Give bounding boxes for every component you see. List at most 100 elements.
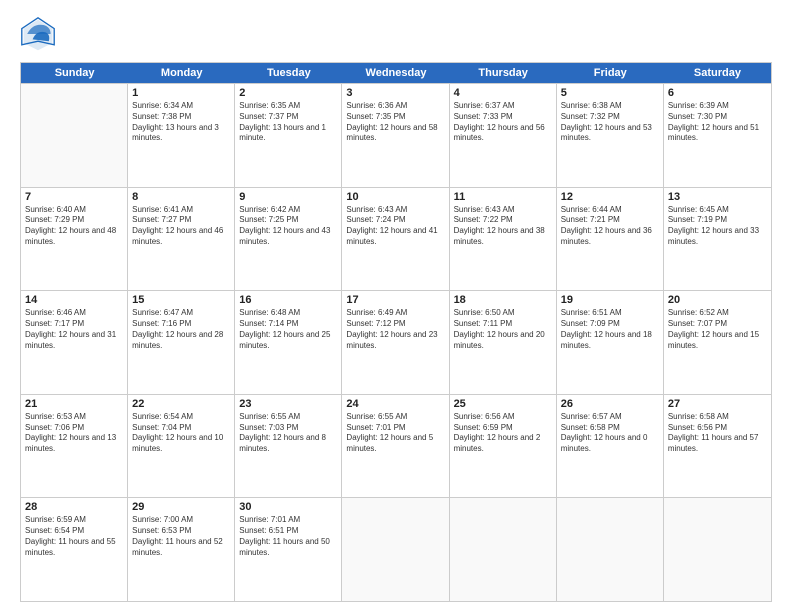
day-cell-23: 23Sunrise: 6:55 AM Sunset: 7:03 PM Dayli… <box>235 395 342 498</box>
day-cell-27: 27 Sunrise: 6:58 AM Sunset: 6:56 PM Dayli… <box>664 395 771 498</box>
day-info-24: Sunrise: 6:55 AM Sunset: 7:01 PM Dayligh… <box>346 412 444 455</box>
day-info-29: Sunrise: 7:00 AM Sunset: 6:53 PM Dayligh… <box>132 515 230 558</box>
day-cell-22: 22 Sunrise: 6:54 AM Sunset: 7:04 PM Dayli… <box>128 395 235 498</box>
day-cell-14: 14 Sunrise: 6:46 AM Sunset: 7:17 PM Dayli… <box>21 291 128 394</box>
day-cell-15: 15Sunrise: 6:47 AM Sunset: 7:16 PM Dayli… <box>128 291 235 394</box>
week-row-2: 7 Sunrise: 6:40 AM Sunset: 7:29 PM Daylig… <box>21 187 771 291</box>
day-info-8: Sunrise: 6:41 AM Sunset: 7:27 PM Dayligh… <box>132 205 230 248</box>
day-number-5: 5 <box>561 87 659 99</box>
day-number-27: 27 <box>668 398 767 410</box>
day-cell-30: 30 Sunrise: 7:01 AM Sunset: 6:51 PM Dayli… <box>235 498 342 601</box>
day-info-18: Sunrise: 6:50 AM Sunset: 7:11 PM Dayligh… <box>454 308 552 351</box>
day-info-16: Sunrise: 6:48 AM Sunset: 7:14 PM Dayligh… <box>239 308 337 351</box>
day-info-28: Sunrise: 6:59 AM Sunset: 6:54 PM Dayligh… <box>25 515 123 558</box>
header-thursday: Thursday <box>450 63 557 83</box>
day-number-23: 23 <box>239 398 337 410</box>
day-number-14: 14 <box>25 294 123 306</box>
logo-icon <box>20 16 56 52</box>
day-number-20: 20 <box>668 294 767 306</box>
page: Sunday Monday Tuesday Wednesday Thursday… <box>0 0 792 612</box>
day-number-9: 9 <box>239 191 337 203</box>
day-number-6: 6 <box>668 87 767 99</box>
calendar-header: Sunday Monday Tuesday Wednesday Thursday… <box>21 63 771 83</box>
day-number-19: 19 <box>561 294 659 306</box>
day-number-18: 18 <box>454 294 552 306</box>
day-info-17: Sunrise: 6:49 AM Sunset: 7:12 PM Dayligh… <box>346 308 444 351</box>
header-wednesday: Wednesday <box>342 63 449 83</box>
day-number-24: 24 <box>346 398 444 410</box>
day-number-26: 26 <box>561 398 659 410</box>
day-number-12: 12 <box>561 191 659 203</box>
empty-cell-w4d5 <box>557 498 664 601</box>
day-info-27: Sunrise: 6:58 AM Sunset: 6:56 PM Dayligh… <box>668 412 767 455</box>
header <box>20 16 772 52</box>
day-info-26: Sunrise: 6:57 AM Sunset: 6:58 PM Dayligh… <box>561 412 659 455</box>
day-number-10: 10 <box>346 191 444 203</box>
week-row-3: 14 Sunrise: 6:46 AM Sunset: 7:17 PM Dayli… <box>21 290 771 394</box>
day-info-10: Sunrise: 6:43 AM Sunset: 7:24 PM Dayligh… <box>346 205 444 248</box>
header-sunday: Sunday <box>21 63 128 83</box>
day-cell-7: 7 Sunrise: 6:40 AM Sunset: 7:29 PM Daylig… <box>21 188 128 291</box>
day-number-2: 2 <box>239 87 337 99</box>
header-monday: Monday <box>128 63 235 83</box>
day-info-7: Sunrise: 6:40 AM Sunset: 7:29 PM Dayligh… <box>25 205 123 248</box>
day-cell-13: 13 Sunrise: 6:45 AM Sunset: 7:19 PM Dayli… <box>664 188 771 291</box>
day-cell-24: 24 Sunrise: 6:55 AM Sunset: 7:01 PM Dayli… <box>342 395 449 498</box>
day-cell-17: 17Sunrise: 6:49 AM Sunset: 7:12 PM Dayli… <box>342 291 449 394</box>
day-cell-5: 5Sunrise: 6:38 AM Sunset: 7:32 PM Daylig… <box>557 84 664 187</box>
day-cell-6: 6 Sunrise: 6:39 AM Sunset: 7:30 PM Daylig… <box>664 84 771 187</box>
day-cell-10: 10 Sunrise: 6:43 AM Sunset: 7:24 PM Dayli… <box>342 188 449 291</box>
day-info-12: Sunrise: 6:44 AM Sunset: 7:21 PM Dayligh… <box>561 205 659 248</box>
day-cell-2: 2 Sunrise: 6:35 AM Sunset: 7:37 PM Daylig… <box>235 84 342 187</box>
header-friday: Friday <box>557 63 664 83</box>
day-number-16: 16 <box>239 294 337 306</box>
empty-cell-w4d3 <box>342 498 449 601</box>
day-cell-12: 12 Sunrise: 6:44 AM Sunset: 7:21 PM Dayli… <box>557 188 664 291</box>
day-info-6: Sunrise: 6:39 AM Sunset: 7:30 PM Dayligh… <box>668 101 767 144</box>
day-info-25: Sunrise: 6:56 AM Sunset: 6:59 PM Dayligh… <box>454 412 552 455</box>
week-row-1: 1 Sunrise: 6:34 AM Sunset: 7:38 PM Daylig… <box>21 83 771 187</box>
day-cell-9: 9 Sunrise: 6:42 AM Sunset: 7:25 PM Daylig… <box>235 188 342 291</box>
day-cell-26: 26 Sunrise: 6:57 AM Sunset: 6:58 PM Dayli… <box>557 395 664 498</box>
day-info-1: Sunrise: 6:34 AM Sunset: 7:38 PM Dayligh… <box>132 101 230 144</box>
day-number-4: 4 <box>454 87 552 99</box>
day-info-14: Sunrise: 6:46 AM Sunset: 7:17 PM Dayligh… <box>25 308 123 351</box>
day-cell-29: 29Sunrise: 7:00 AM Sunset: 6:53 PM Dayli… <box>128 498 235 601</box>
day-cell-4: 4 Sunrise: 6:37 AM Sunset: 7:33 PM Daylig… <box>450 84 557 187</box>
day-cell-3: 3Sunrise: 6:36 AM Sunset: 7:35 PM Daylig… <box>342 84 449 187</box>
day-number-13: 13 <box>668 191 767 203</box>
week-row-5: 28Sunrise: 6:59 AM Sunset: 6:54 PM Dayli… <box>21 497 771 601</box>
empty-cell-w4d6 <box>664 498 771 601</box>
header-saturday: Saturday <box>664 63 771 83</box>
day-cell-19: 19Sunrise: 6:51 AM Sunset: 7:09 PM Dayli… <box>557 291 664 394</box>
day-number-21: 21 <box>25 398 123 410</box>
day-number-30: 30 <box>239 501 337 513</box>
day-cell-20: 20 Sunrise: 6:52 AM Sunset: 7:07 PM Dayli… <box>664 291 771 394</box>
day-cell-21: 21 Sunrise: 6:53 AM Sunset: 7:06 PM Dayli… <box>21 395 128 498</box>
day-cell-18: 18 Sunrise: 6:50 AM Sunset: 7:11 PM Dayli… <box>450 291 557 394</box>
day-info-2: Sunrise: 6:35 AM Sunset: 7:37 PM Dayligh… <box>239 101 337 144</box>
day-number-22: 22 <box>132 398 230 410</box>
header-tuesday: Tuesday <box>235 63 342 83</box>
day-cell-11: 11Sunrise: 6:43 AM Sunset: 7:22 PM Dayli… <box>450 188 557 291</box>
day-info-21: Sunrise: 6:53 AM Sunset: 7:06 PM Dayligh… <box>25 412 123 455</box>
day-number-11: 11 <box>454 191 552 203</box>
day-info-13: Sunrise: 6:45 AM Sunset: 7:19 PM Dayligh… <box>668 205 767 248</box>
day-info-9: Sunrise: 6:42 AM Sunset: 7:25 PM Dayligh… <box>239 205 337 248</box>
day-number-8: 8 <box>132 191 230 203</box>
calendar: Sunday Monday Tuesday Wednesday Thursday… <box>20 62 772 602</box>
day-info-22: Sunrise: 6:54 AM Sunset: 7:04 PM Dayligh… <box>132 412 230 455</box>
logo <box>20 16 60 52</box>
day-cell-25: 25Sunrise: 6:56 AM Sunset: 6:59 PM Dayli… <box>450 395 557 498</box>
day-info-4: Sunrise: 6:37 AM Sunset: 7:33 PM Dayligh… <box>454 101 552 144</box>
day-info-20: Sunrise: 6:52 AM Sunset: 7:07 PM Dayligh… <box>668 308 767 351</box>
day-cell-28: 28Sunrise: 6:59 AM Sunset: 6:54 PM Dayli… <box>21 498 128 601</box>
week-row-4: 21 Sunrise: 6:53 AM Sunset: 7:06 PM Dayli… <box>21 394 771 498</box>
day-info-30: Sunrise: 7:01 AM Sunset: 6:51 PM Dayligh… <box>239 515 337 558</box>
day-info-3: Sunrise: 6:36 AM Sunset: 7:35 PM Dayligh… <box>346 101 444 144</box>
empty-cell-w0d0 <box>21 84 128 187</box>
day-number-1: 1 <box>132 87 230 99</box>
empty-cell-w4d4 <box>450 498 557 601</box>
day-info-15: Sunrise: 6:47 AM Sunset: 7:16 PM Dayligh… <box>132 308 230 351</box>
day-number-7: 7 <box>25 191 123 203</box>
